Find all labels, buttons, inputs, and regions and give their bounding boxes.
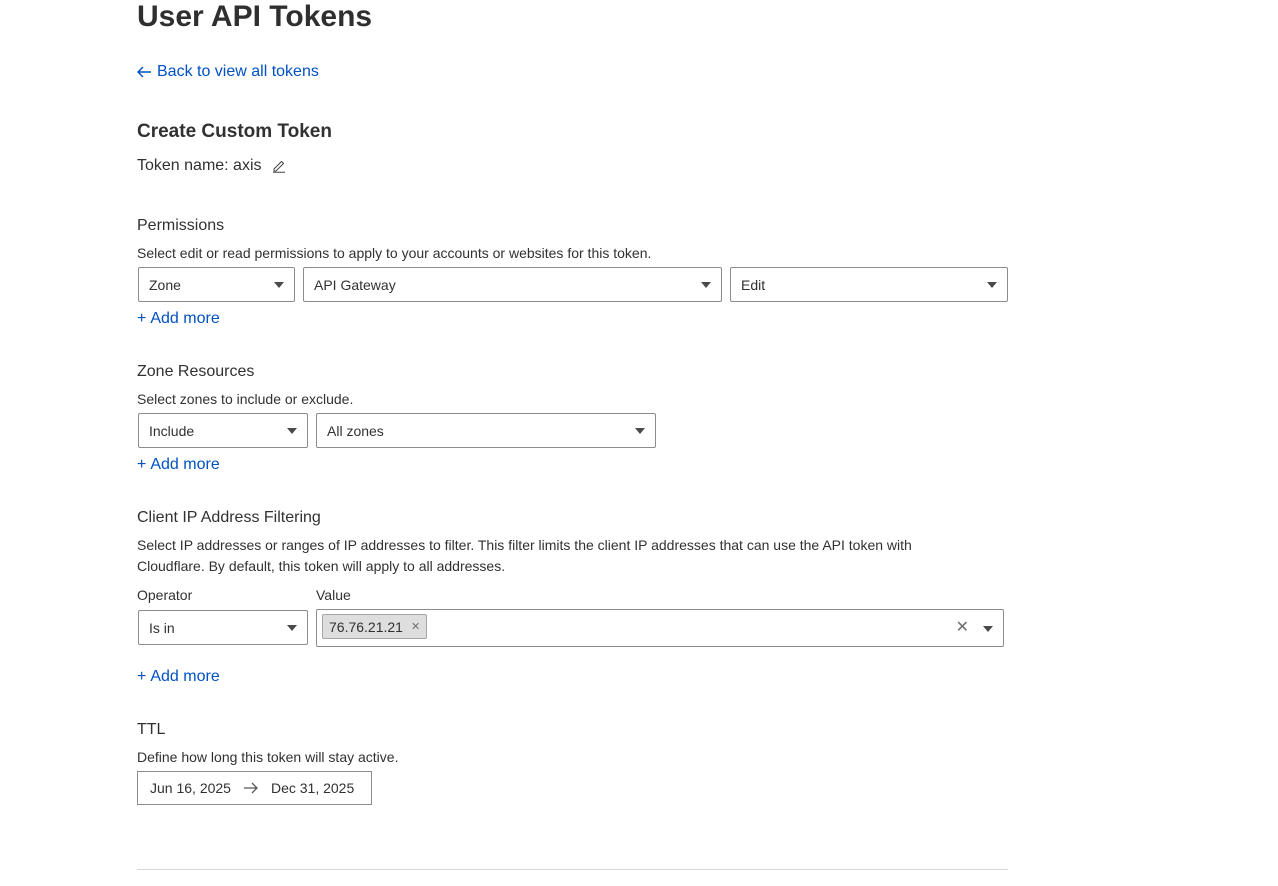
zones-value: All zones (327, 422, 384, 439)
zone-mode-select[interactable]: Include (138, 413, 308, 448)
ttl-heading: TTL (137, 721, 166, 738)
token-name-label: Token name: axis (137, 157, 262, 174)
section-title: Create Custom Token (137, 121, 332, 142)
caret-down-icon (701, 282, 711, 288)
plus-icon: + (137, 456, 147, 473)
ip-value-multiselect[interactable]: 76.76.21.21 ✕ ✕ (316, 609, 1004, 647)
ip-filtering-heading: Client IP Address Filtering (137, 509, 321, 526)
permissions-heading: Permissions (137, 217, 225, 234)
token-name: Token name: axis (137, 156, 286, 176)
caret-down-icon (287, 428, 297, 434)
ip-value-chip: 76.76.21.21 ✕ (322, 614, 428, 639)
back-to-tokens-link[interactable]: Back to view all tokens (137, 62, 319, 82)
caret-down-icon (287, 625, 297, 631)
add-permission-button[interactable]: + Add more (137, 309, 220, 329)
ip-operator-value: Is in (149, 619, 175, 636)
back-link-label: Back to view all tokens (157, 63, 319, 80)
zone-mode-value: Include (149, 422, 195, 439)
page-title: User API Tokens (137, 0, 373, 33)
pencil-icon[interactable] (272, 159, 286, 173)
permission-resource-value: API Gateway (314, 276, 396, 293)
ttl-start-date[interactable]: Jun 16, 2025 (150, 780, 231, 796)
permission-scope-value: Zone (149, 276, 181, 293)
ip-filtering-description-line2: Cloudflare. By default, this token will … (137, 558, 506, 574)
ip-filtering-description-line1: Select IP addresses or ranges of IP addr… (137, 537, 912, 553)
operator-label: Operator (137, 587, 193, 603)
zone-resources-heading: Zone Resources (137, 363, 255, 380)
caret-down-icon (635, 428, 645, 434)
permissions-description: Select edit or read permissions to apply… (137, 245, 652, 261)
divider (137, 869, 1008, 870)
add-more-label: Add more (150, 668, 220, 685)
value-label: Value (316, 587, 351, 603)
close-icon[interactable]: ✕ (411, 620, 420, 633)
zone-resources-description: Select zones to include or exclude. (137, 391, 354, 407)
ttl-end-date[interactable]: Dec 31, 2025 (271, 780, 354, 796)
permission-level-value: Edit (741, 276, 766, 293)
caret-down-icon (274, 282, 284, 288)
arrow-right-icon (243, 782, 258, 794)
add-ip-filter-button[interactable]: + Add more (137, 667, 220, 687)
ttl-description: Define how long this token will stay act… (137, 749, 399, 765)
caret-down-icon (983, 626, 993, 632)
ip-value-chip-label: 76.76.21.21 (329, 618, 403, 635)
add-more-label: Add more (150, 456, 220, 473)
permission-level-select[interactable]: Edit (730, 267, 1008, 302)
add-zone-resource-button[interactable]: + Add more (137, 455, 220, 475)
clear-values-icon[interactable]: ✕ (956, 617, 969, 637)
plus-icon: + (137, 668, 147, 685)
ip-operator-select[interactable]: Is in (138, 610, 308, 645)
permission-scope-select[interactable]: Zone (138, 267, 295, 302)
plus-icon: + (137, 310, 147, 327)
arrow-left-icon (137, 66, 151, 78)
add-more-label: Add more (150, 310, 220, 327)
ttl-date-range[interactable]: Jun 16, 2025 Dec 31, 2025 (137, 771, 372, 805)
caret-down-icon (987, 282, 997, 288)
zones-select[interactable]: All zones (316, 413, 656, 448)
permission-resource-select[interactable]: API Gateway (303, 267, 722, 302)
